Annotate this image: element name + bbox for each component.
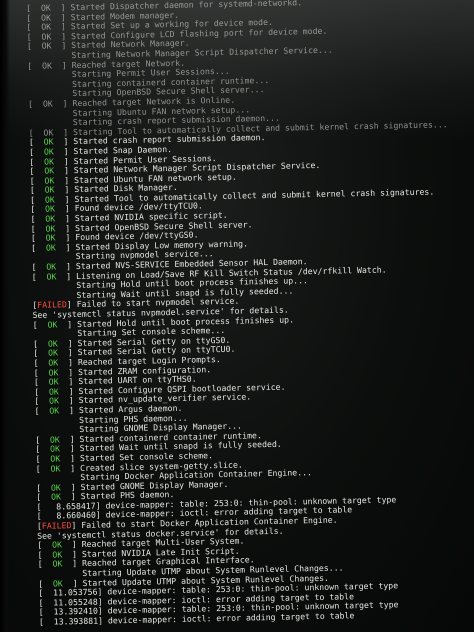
status-ok: OK — [37, 318, 68, 330]
status-ok: OK — [38, 385, 69, 397]
status-ok: OK — [36, 261, 67, 272]
status-ok: OK — [34, 194, 65, 205]
status-ok: OK — [38, 376, 69, 387]
status-ok: OK — [38, 357, 69, 368]
status-ok: OK — [37, 337, 68, 349]
status-ok: OK — [32, 59, 62, 71]
status-ok: OK — [39, 433, 70, 445]
status-ok: OK — [36, 270, 67, 282]
status-failed: FAILED — [41, 520, 72, 531]
status-ok: OK — [35, 213, 66, 224]
status-ok: OK — [41, 491, 71, 503]
monitor-bezel — [0, 0, 10, 632]
status-ok: OK — [34, 155, 64, 167]
status-failed: FAILED — [37, 299, 67, 311]
status-ok: OK — [31, 31, 62, 42]
status-ok: OK — [35, 222, 66, 234]
status-ok: OK — [31, 11, 61, 23]
status-ok: OK — [35, 203, 65, 215]
status-ok: OK — [39, 395, 69, 407]
status-ok: OK — [42, 558, 73, 570]
status-ok: OK — [42, 539, 72, 551]
status-ok: OK — [31, 40, 62, 52]
status-ok: OK — [40, 462, 71, 474]
status-ok: OK — [38, 347, 68, 359]
status-ok: OK — [34, 184, 65, 196]
status-ok: OK — [32, 98, 63, 109]
status-ok: OK — [34, 174, 65, 186]
status-ok: OK — [40, 443, 70, 455]
status-ok: OK — [42, 549, 73, 560]
status-ok: OK — [33, 136, 64, 148]
status-ok: OK — [40, 453, 71, 464]
status-ok: OK — [31, 21, 62, 33]
status-ok: OK — [35, 232, 66, 244]
status-ok: OK — [33, 146, 64, 157]
status-ok: OK — [35, 242, 66, 253]
status-ok: OK — [34, 165, 65, 176]
monitor-screen: [ OK ] Started Dispatcher daemon for sys… — [0, 0, 474, 632]
status-ok: OK — [33, 126, 64, 138]
boot-console-log: [ OK ] Started Dispatcher daemon for sys… — [26, 0, 474, 632]
status-ok: OK — [30, 2, 61, 13]
status-ok: OK — [40, 481, 71, 493]
status-ok: OK — [42, 577, 73, 589]
status-ok: OK — [39, 405, 70, 416]
status-ok: OK — [38, 366, 69, 378]
